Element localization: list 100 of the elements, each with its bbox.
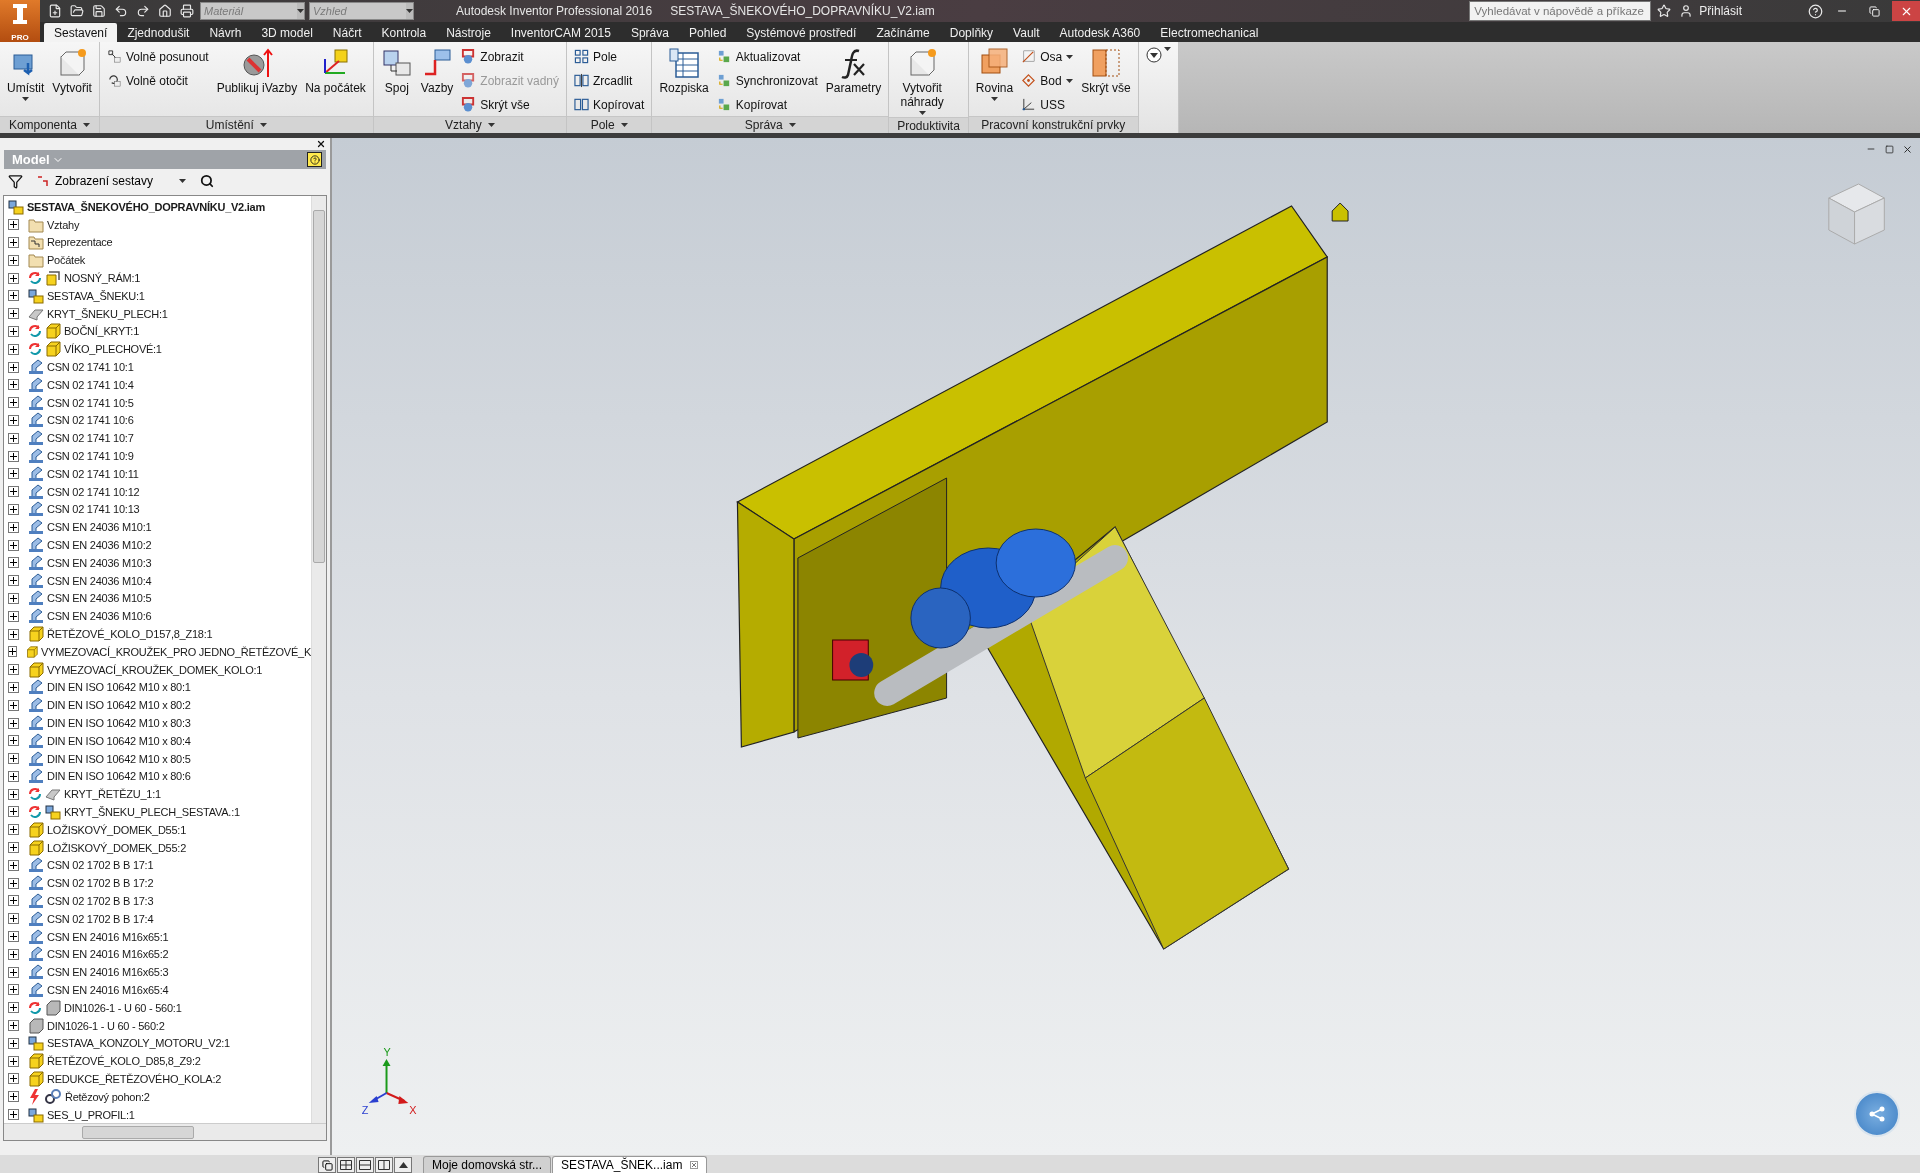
horizontal-scrollbar[interactable]: [4, 1123, 326, 1140]
tree-item[interactable]: DIN1026-1 - U 60 - 560:1: [8, 998, 311, 1017]
ribbon-button[interactable]: Osa: [1018, 46, 1077, 67]
ribbon-button[interactable]: Volně otočit: [103, 70, 212, 91]
tree-item[interactable]: ŘETĚZOVÉ_KOLO_D157,8_Z18:1: [8, 625, 311, 643]
tree-item[interactable]: DIN EN ISO 10642 M10 x 80:6: [8, 767, 311, 786]
home-icon[interactable]: [156, 4, 174, 18]
tree-item[interactable]: LOŽISKOVÝ_DOMEK_D55:1: [8, 820, 311, 839]
tab-list-button[interactable]: [394, 1157, 412, 1173]
tree-item[interactable]: VYMEZOVACÍ_KROUŽEK_PRO JEDNO_ŘETĚZOVÉ_K: [8, 642, 311, 661]
ribbon-button[interactable]: Spoj: [377, 45, 416, 116]
3d-viewport[interactable]: X Y Z: [332, 138, 1920, 1155]
ribbon-button[interactable]: Pole: [571, 46, 648, 67]
tree-item[interactable]: DIN EN ISO 10642 M10 x 80:2: [8, 696, 311, 715]
ribbon-button[interactable]: Skrýt vše: [1078, 45, 1134, 116]
panel-title-bar[interactable]: Komponenta: [0, 116, 99, 133]
expand-icon[interactable]: [8, 1073, 19, 1085]
expand-icon[interactable]: [8, 1091, 19, 1103]
tree-item[interactable]: CSN 02 1741 10:6: [8, 411, 311, 430]
expand-icon[interactable]: [8, 717, 19, 729]
expand-icon[interactable]: [8, 1020, 19, 1032]
tree-item[interactable]: CSN EN 24036 M10:6: [8, 607, 311, 626]
save-icon[interactable]: [90, 4, 108, 18]
tree-item[interactable]: SES_U_PROFIL:1: [8, 1105, 311, 1123]
expand-icon[interactable]: [8, 681, 19, 693]
panel-title-bar[interactable]: Pole: [567, 116, 652, 133]
tree-item[interactable]: CSN EN 24036 M10:2: [8, 536, 311, 554]
tree-item[interactable]: DIN1026-1 - U 60 - 560:2: [8, 1016, 311, 1035]
tree-item[interactable]: DIN EN ISO 10642 M10 x 80:5: [8, 749, 311, 768]
tree-item[interactable]: CSN 02 1741 10:4: [8, 375, 311, 394]
ribbon-button[interactable]: Aktualizovat: [713, 46, 821, 67]
tree-item[interactable]: KRYT_ŠNEKU_PLECH_SESTAVA.:1: [8, 803, 311, 821]
tree-item[interactable]: CSN 02 1741 10:9: [8, 447, 311, 465]
ribbon-tab[interactable]: Kontrola: [371, 23, 437, 42]
ribbon-tab[interactable]: Správa: [620, 23, 679, 42]
ribbon-button[interactable]: Vytvořit: [49, 45, 95, 116]
expand-icon[interactable]: [8, 503, 19, 515]
help-search-field[interactable]: Vyhledávat v nápovědě a příkaze: [1469, 1, 1652, 21]
ribbon-tab[interactable]: Náčrt: [322, 23, 372, 42]
tree-item[interactable]: CSN 02 1741 10:7: [8, 429, 311, 448]
tile-windows-button[interactable]: [337, 1157, 355, 1173]
expand-icon[interactable]: [8, 699, 19, 711]
expand-icon[interactable]: [8, 539, 19, 551]
tree-item[interactable]: DIN EN ISO 10642 M10 x 80:3: [8, 714, 311, 732]
expand-icon[interactable]: [8, 646, 17, 658]
expand-icon[interactable]: [8, 557, 19, 569]
tree-item[interactable]: CSN 02 1702 B B 17:2: [8, 874, 311, 893]
sign-in-link[interactable]: Přihlásit: [1699, 4, 1742, 18]
tree-item[interactable]: KRYT_ŘETĚZU_1:1: [8, 785, 311, 804]
expand-icon[interactable]: [8, 1037, 19, 1049]
expand-icon[interactable]: [8, 361, 19, 373]
panel-title[interactable]: Vztahy: [445, 118, 482, 132]
expand-icon[interactable]: [8, 984, 19, 996]
expand-icon[interactable]: [8, 877, 19, 889]
ribbon-tab[interactable]: Vault: [1003, 23, 1050, 42]
ribbon-button[interactable]: Bod: [1018, 70, 1077, 91]
expand-icon[interactable]: [8, 254, 19, 266]
ribbon-button[interactable]: Zrcadlit: [571, 70, 648, 91]
panel-title[interactable]: Pole: [590, 118, 615, 132]
expand-icon[interactable]: [8, 308, 19, 320]
application-menu-button[interactable]: PRO: [0, 0, 40, 42]
navigation-wheel-button[interactable]: [1854, 1091, 1900, 1137]
document-tab[interactable]: SESTAVA_ŠNEK...iam: [552, 1156, 708, 1173]
tree-item[interactable]: DIN EN ISO 10642 M10 x 80:4: [8, 731, 311, 750]
ribbon-button[interactable]: Synchronizovat: [713, 70, 821, 91]
expand-icon[interactable]: [8, 325, 19, 337]
ribbon-button[interactable]: Umístit: [4, 45, 48, 116]
ribbon-button[interactable]: Publikuj iVazby: [213, 45, 301, 116]
expand-icon[interactable]: [8, 966, 19, 978]
close-button[interactable]: [1892, 1, 1920, 21]
ribbon-button[interactable]: Rovina: [972, 45, 1017, 116]
tree-item[interactable]: CSN EN 24036 M10:5: [8, 589, 311, 608]
expand-icon[interactable]: [8, 1109, 19, 1121]
tree-item[interactable]: VÍKO_PLECHOVÉ:1: [8, 340, 311, 359]
view-dropdown[interactable]: Zobrazení sestavy: [33, 174, 191, 188]
expand-icon[interactable]: [8, 931, 19, 943]
ribbon-tab[interactable]: Pohled: [678, 23, 737, 42]
expand-icon[interactable]: [8, 290, 19, 302]
ribbon-tab[interactable]: InventorCAM 2015: [500, 23, 621, 42]
expand-icon[interactable]: [8, 895, 19, 907]
tree-item[interactable]: Vztahy: [8, 215, 311, 234]
ribbon-tab[interactable]: Zjednodušit: [117, 23, 200, 42]
expand-icon[interactable]: [8, 859, 19, 871]
panel-title-bar[interactable]: Umístění: [99, 116, 373, 133]
close-icon[interactable]: [690, 1161, 699, 1169]
tree-item[interactable]: Reprezentace: [8, 233, 311, 252]
expand-icon[interactable]: [8, 735, 19, 747]
tree-item[interactable]: CSN 02 1741 10:13: [8, 500, 311, 519]
tree-item[interactable]: CSN EN 24036 M10:3: [8, 553, 311, 572]
ribbon-tab[interactable]: Začínáme: [866, 23, 940, 42]
tree-item[interactable]: NOSNÝ_RÁM:1: [8, 269, 311, 287]
panel-title[interactable]: Umístění: [205, 118, 254, 132]
panel-title-bar[interactable]: Správa: [652, 116, 889, 133]
ribbon-button[interactable]: Rozpiska: [656, 45, 712, 116]
expand-icon[interactable]: [8, 379, 19, 391]
restore-button[interactable]: [1882, 142, 1896, 156]
expand-icon[interactable]: [8, 343, 19, 355]
expand-icon[interactable]: [8, 1002, 19, 1014]
tree-item[interactable]: DIN EN ISO 10642 M10 x 80:1: [8, 678, 311, 697]
tree-item[interactable]: CSN EN 24016 M16x65:2: [8, 945, 311, 964]
